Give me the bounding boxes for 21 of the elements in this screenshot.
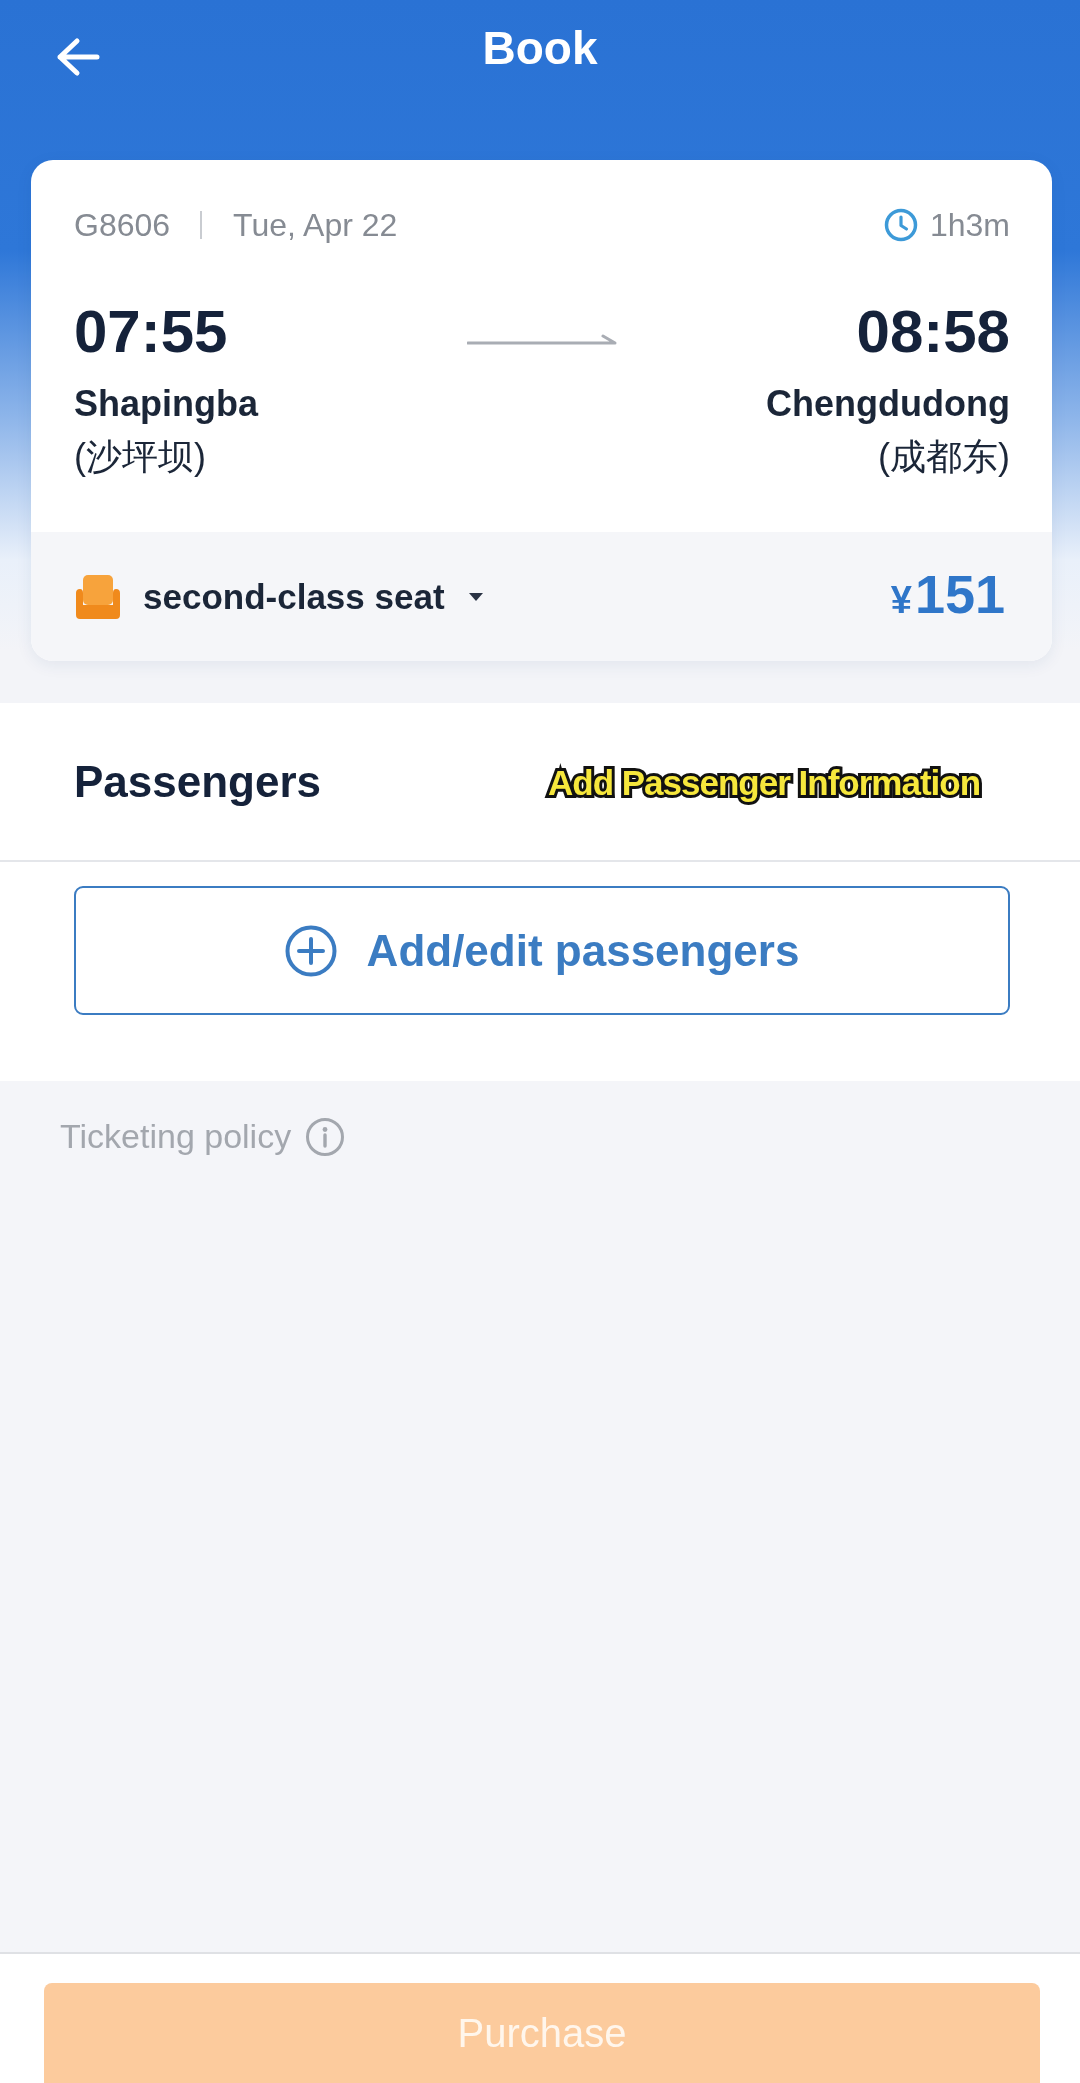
plus-circle-icon bbox=[284, 924, 337, 977]
trip-duration: 1h3m bbox=[929, 206, 1010, 245]
ticket-price: ¥151 bbox=[890, 563, 1005, 626]
clock-icon bbox=[883, 208, 918, 242]
seat-icon bbox=[74, 572, 122, 621]
caret-icon bbox=[468, 592, 483, 601]
page-title: Book bbox=[482, 21, 598, 76]
passengers-heading: Passengers bbox=[74, 755, 322, 808]
departure-time: 07:55 bbox=[74, 299, 228, 365]
departure-station: Shapingba bbox=[74, 382, 258, 426]
add-passengers-button[interactable]: Add/edit passengers bbox=[74, 886, 1010, 1015]
travel-date: Tue, Apr 22 bbox=[233, 206, 398, 245]
arrival-station-local: (成都东) bbox=[878, 435, 1010, 479]
seat-class-dropdown[interactable]: second-class seat bbox=[74, 572, 483, 621]
departure-station-local: (沙坪坝) bbox=[74, 435, 206, 479]
caption-overlay: Add Passenger Information bbox=[548, 762, 981, 804]
back-arrow-icon bbox=[55, 37, 101, 77]
train-number: G8606 bbox=[74, 206, 171, 245]
ticketing-policy-link[interactable]: Ticketing policy bbox=[60, 1115, 292, 1157]
arrival-station: Chengdudong bbox=[766, 382, 1010, 426]
arrival-time: 08:58 bbox=[856, 299, 1010, 365]
